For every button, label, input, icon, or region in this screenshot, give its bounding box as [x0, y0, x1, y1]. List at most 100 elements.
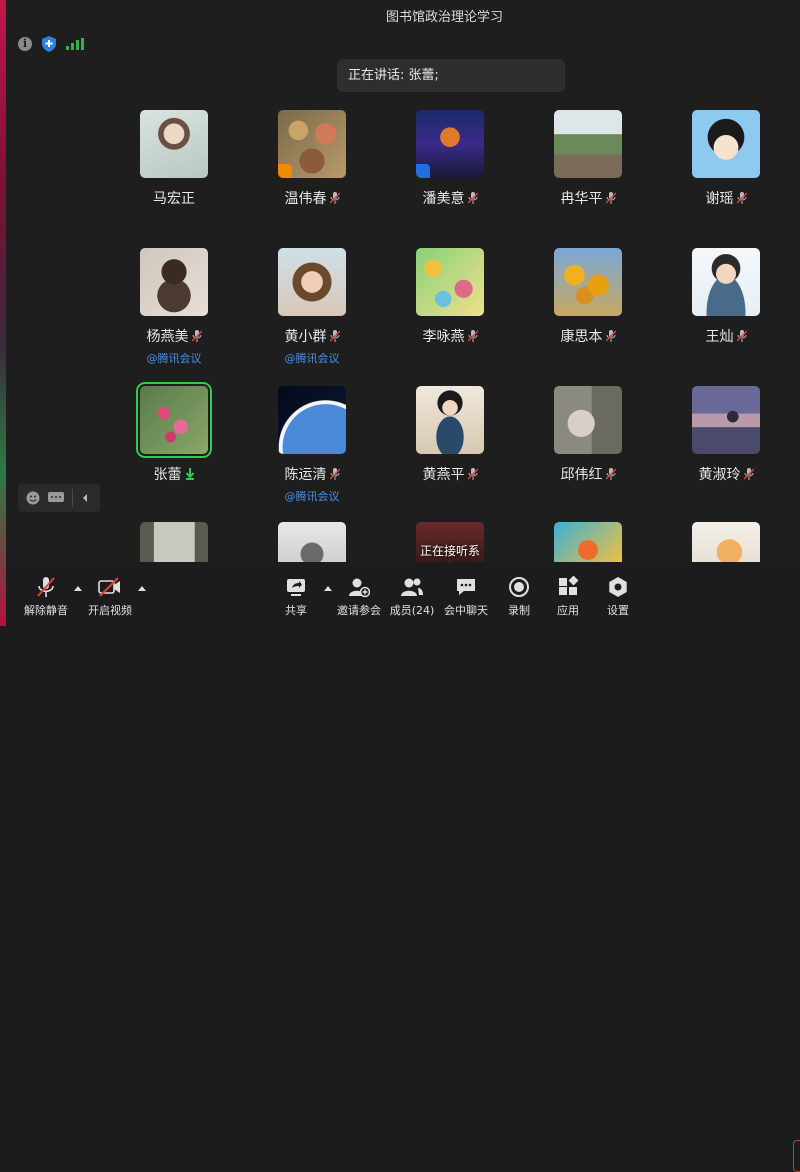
- participant-name: 张蕾: [153, 467, 182, 483]
- participant-tile[interactable]: 马宏正: [114, 110, 234, 208]
- avatar: [554, 248, 622, 316]
- invite-button[interactable]: 邀请参会: [329, 576, 389, 618]
- share-button[interactable]: 共享: [266, 576, 326, 618]
- chat-icon: [457, 579, 475, 595]
- participant-tile[interactable]: 黄小群 @腾讯会议: [252, 248, 372, 366]
- participant-tile[interactable]: 王灿: [666, 248, 786, 346]
- meeting-window: 图书馆政治理论学习 i 正在讲话: 张蕾; 马宏正 温伟春 潘美意 冉华平 谢瑶…: [6, 0, 800, 1172]
- avatar: 正在接听系统电话: [416, 522, 484, 562]
- avatar: [136, 382, 212, 458]
- share-label: 共享: [285, 604, 307, 617]
- participant-tile[interactable]: [666, 522, 786, 562]
- participant-name: 杨燕美: [146, 329, 189, 345]
- share-screen-icon: [287, 579, 305, 596]
- mic-muted-icon: [329, 468, 340, 480]
- start-video-button[interactable]: 开启视频: [80, 576, 140, 618]
- reaction-bar: [18, 484, 100, 512]
- mic-muted-icon: [743, 468, 754, 480]
- avatar: [554, 386, 622, 454]
- mic-muted-icon: [605, 468, 616, 480]
- avatar: [140, 248, 208, 316]
- apps-label: 应用: [557, 604, 579, 617]
- mic-muted-icon: [605, 330, 616, 342]
- status-icons: i: [18, 36, 84, 52]
- avatar: [692, 110, 760, 178]
- device-badge-icon: [278, 164, 292, 178]
- participant-tile[interactable]: [114, 522, 234, 562]
- participant-tile-active[interactable]: 张蕾: [114, 382, 234, 484]
- participant-tile[interactable]: 康思本: [528, 248, 648, 346]
- apps-icon: [559, 576, 579, 595]
- members-icon: [401, 578, 423, 596]
- signal-icon[interactable]: [66, 38, 84, 50]
- speaking-indicator: 正在讲话: 张蕾;: [337, 59, 565, 92]
- info-icon[interactable]: i: [18, 37, 32, 51]
- participant-tile[interactable]: 正在接听系统电话: [390, 522, 510, 562]
- participant-name: 邱伟红: [560, 467, 603, 483]
- avatar: [692, 248, 760, 316]
- participant-tile[interactable]: 陈运清 @腾讯会议: [252, 386, 372, 504]
- avatar: [692, 386, 760, 454]
- avatar: [554, 522, 622, 562]
- members-label: 成员(24): [389, 604, 435, 617]
- avatar: [416, 386, 484, 454]
- mic-muted-icon: [191, 330, 202, 342]
- call-status-overlay: 正在接听系统电话: [419, 544, 480, 562]
- avatar: [416, 110, 484, 178]
- invite-label: 邀请参会: [337, 604, 381, 617]
- avatar: [278, 522, 346, 562]
- avatar: [140, 522, 208, 562]
- participant-name: 黄燕平: [422, 467, 465, 483]
- shield-icon[interactable]: [42, 36, 56, 52]
- participant-tile[interactable]: 杨燕美 @腾讯会议: [114, 248, 234, 366]
- mic-muted-icon: [605, 192, 616, 204]
- chat-label: 会中聊天: [444, 604, 488, 617]
- record-label: 录制: [508, 604, 530, 617]
- avatar: [278, 386, 346, 454]
- participant-name: 王灿: [705, 329, 734, 345]
- collapse-arrow-icon[interactable]: [81, 493, 89, 503]
- participant-name: 黄淑玲: [698, 467, 741, 483]
- chat-button[interactable]: 会中聊天: [436, 576, 496, 618]
- settings-button[interactable]: 设置: [588, 576, 648, 618]
- participant-name: 李咏燕: [422, 329, 465, 345]
- participant-name: 黄小群: [284, 329, 327, 345]
- device-badge-icon: [416, 164, 430, 178]
- participant-tile[interactable]: [528, 522, 648, 562]
- platform-label: @腾讯会议: [284, 352, 340, 365]
- window-title: 图书馆政治理论学习: [386, 10, 504, 25]
- camera-off-icon: [98, 577, 120, 597]
- platform-label: @腾讯会议: [146, 352, 202, 365]
- start-video-label: 开启视频: [88, 604, 132, 617]
- mic-muted-icon: [467, 192, 478, 204]
- platform-label: @腾讯会议: [284, 490, 340, 503]
- mic-active-icon: [185, 468, 194, 480]
- unmute-button[interactable]: 解除静音: [16, 576, 76, 618]
- unmute-label: 解除静音: [24, 604, 68, 617]
- participant-tile[interactable]: 黄淑玲: [666, 386, 786, 484]
- participant-tile[interactable]: [252, 522, 372, 562]
- chat-bubble-icon[interactable]: [48, 492, 64, 504]
- participant-tile[interactable]: 冉华平: [528, 110, 648, 208]
- members-button[interactable]: 成员(24): [382, 576, 442, 618]
- avatar: [278, 248, 346, 316]
- avatar: [416, 248, 484, 316]
- mic-off-icon: [37, 577, 55, 597]
- avatar: [278, 110, 346, 178]
- participant-tile[interactable]: 黄燕平: [390, 386, 510, 484]
- participant-name: 冉华平: [560, 191, 603, 207]
- mic-muted-icon: [467, 330, 478, 342]
- mic-muted-icon: [467, 468, 478, 480]
- participant-tile[interactable]: 李咏燕: [390, 248, 510, 346]
- emoji-icon[interactable]: [26, 491, 40, 505]
- participant-tile[interactable]: 潘美意: [390, 110, 510, 208]
- participant-tile[interactable]: 邱伟红: [528, 386, 648, 484]
- participant-tile[interactable]: 谢瑶: [666, 110, 786, 208]
- participant-tile[interactable]: 温伟春: [252, 110, 372, 208]
- leave-button-edge[interactable]: [793, 1140, 800, 1172]
- divider: [72, 489, 73, 507]
- bottom-toolbar: 解除静音 开启视频 共享 邀请参会 成员(24) 会中聊天 录制 应用 设置: [6, 562, 800, 1172]
- avatar: [140, 110, 208, 178]
- settings-label: 设置: [607, 604, 629, 617]
- video-options-caret-icon[interactable]: [138, 586, 146, 591]
